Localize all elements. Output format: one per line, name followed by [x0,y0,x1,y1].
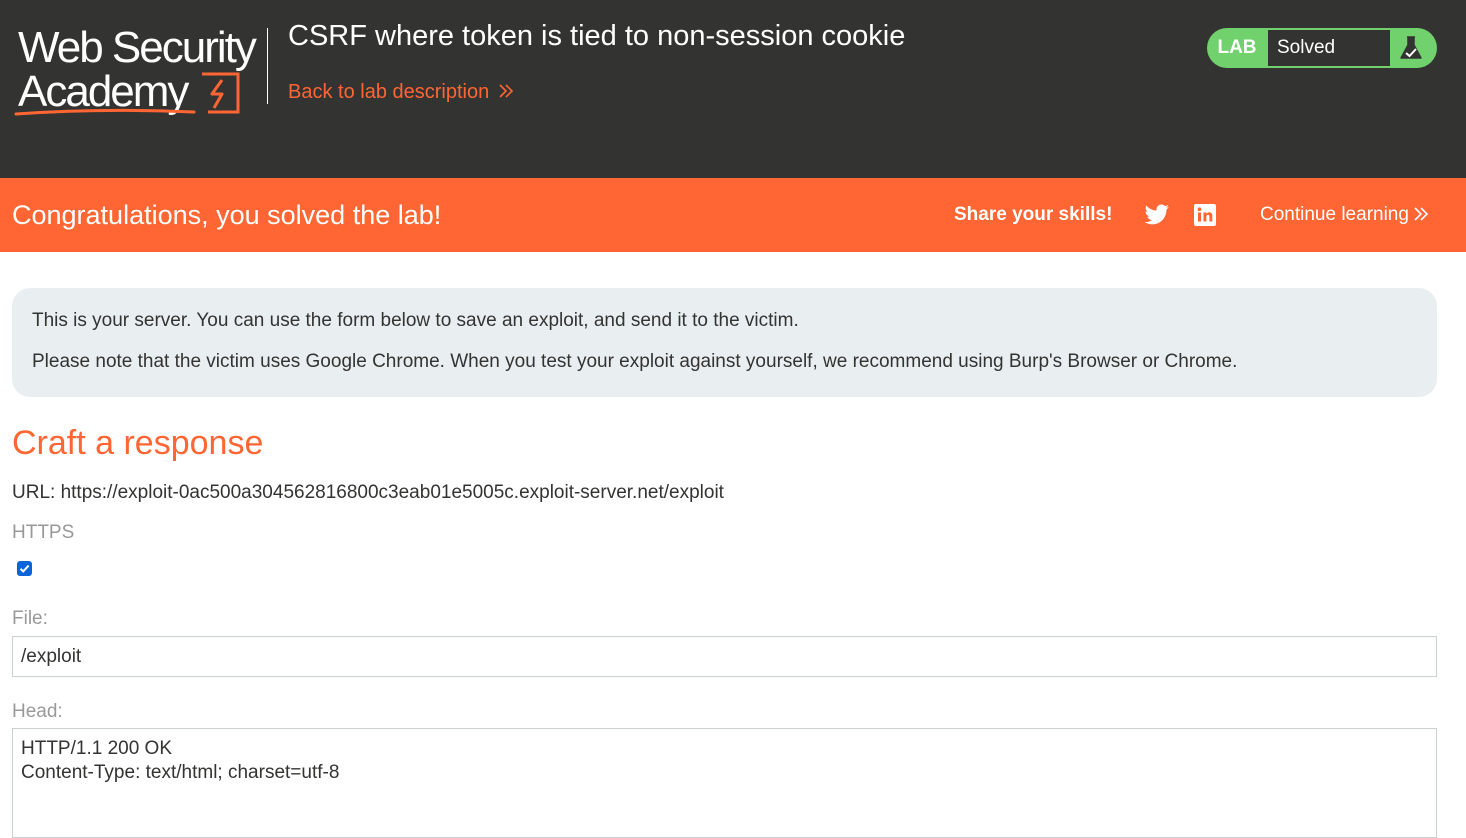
server-info-box: This is your server. You can use the for… [12,288,1437,397]
info-line-2: Please note that the victim uses Google … [32,351,1238,372]
linkedin-icon[interactable] [1193,203,1217,227]
logo-underline-icon [14,108,196,116]
solved-banner: Congratulations, you solved the lab! Sha… [0,178,1466,252]
head-label: Head: [12,701,63,722]
https-checkbox[interactable] [17,561,32,576]
response-head-textarea[interactable]: HTTP/1.1 200 OK Content-Type: text/html;… [12,728,1437,838]
craft-response-heading: Craft a response [12,424,264,462]
checkmark-icon [19,564,30,573]
file-label: File: [12,608,48,629]
continue-learning-link[interactable]: Continue learning [1260,202,1429,228]
continue-learning-label: Continue learning [1260,204,1409,225]
exploit-url-text: URL: https://exploit-0ac500a304562816800… [12,482,724,503]
lab-status-widget: LAB Solved [1207,28,1437,68]
twitter-icon[interactable] [1144,203,1170,227]
flask-solved-icon [1400,36,1422,59]
info-line-1: This is your server. You can use the for… [32,310,799,331]
web-security-academy-logo[interactable]: Web Security Academy [14,26,264,118]
https-label: HTTPS [12,522,75,543]
congratulations-message: Congratulations, you solved the lab! [12,200,442,230]
lab-status-text: Solved [1268,30,1390,66]
double-chevron-right-icon [499,84,514,98]
lab-title: CSRF where token is tied to non-session … [288,20,906,52]
file-path-input[interactable] [12,636,1437,677]
logo-line-1: Web Security [18,23,257,72]
back-to-lab-description-link[interactable]: Back to lab description [288,78,515,106]
logo-divider [267,28,268,104]
back-link-label: Back to lab description [288,81,490,103]
lab-tag: LAB [1217,37,1257,58]
share-skills-label: Share your skills! [954,204,1113,225]
double-chevron-right-icon [1414,207,1429,221]
top-header: Web Security Academy CSRF where token is… [0,0,1466,178]
